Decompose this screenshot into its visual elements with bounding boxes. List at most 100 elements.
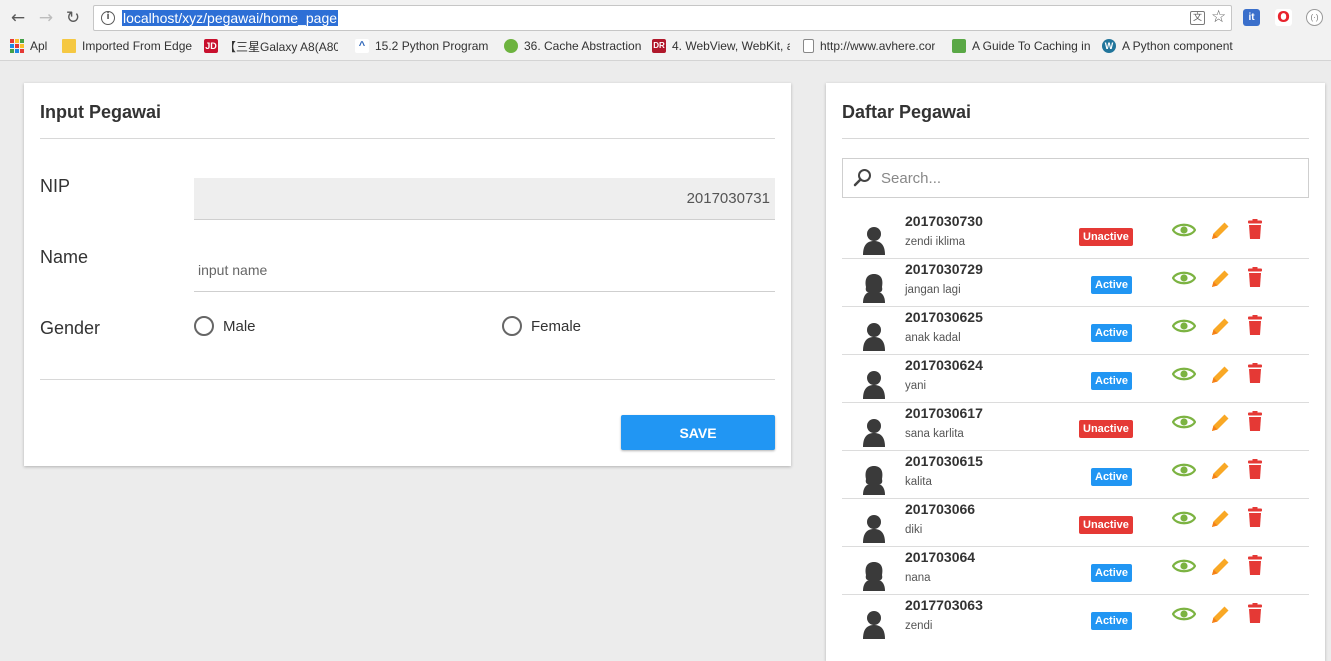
input-pegawai-card: Input Pegawai NIP 2017030731 Name Gender… [24, 83, 791, 466]
pencil-icon[interactable] [1208, 315, 1232, 337]
bookmark-apps[interactable]: Apl [10, 36, 47, 56]
eye-icon[interactable] [1172, 603, 1196, 625]
employee-nip: 2017030624 [905, 357, 983, 373]
bookmark-item[interactable]: W A Python component [1102, 36, 1233, 56]
female-radio[interactable] [502, 316, 522, 336]
employee-name: anak kadal [905, 332, 961, 344]
trash-icon[interactable] [1243, 219, 1267, 241]
trash-icon[interactable] [1243, 603, 1267, 625]
nip-field: 2017030731 [194, 178, 775, 220]
gender-male-option[interactable]: Male [194, 316, 256, 336]
employee-nip: 2017030730 [905, 213, 983, 229]
pencil-icon[interactable] [1208, 507, 1232, 529]
employee-row[interactable]: 2017030625 anak kadal Active [842, 307, 1309, 355]
bookmark-label: Apl [30, 39, 48, 53]
bookmark-item[interactable]: A Guide To Caching in [952, 36, 1090, 56]
eye-icon[interactable] [1172, 219, 1196, 241]
trash-icon[interactable] [1243, 411, 1267, 433]
employee-row[interactable]: 201703066 diki Unactive [842, 499, 1309, 547]
page-icon [803, 39, 814, 53]
divider [40, 138, 775, 139]
bookmark-folder[interactable]: Imported From Edge [62, 36, 192, 56]
pencil-icon[interactable] [1208, 411, 1232, 433]
eye-icon[interactable] [1172, 267, 1196, 289]
url-text[interactable]: localhost/xyz/pegawai/home_page [122, 10, 339, 26]
pencil-icon[interactable] [1208, 555, 1232, 577]
male-radio[interactable] [194, 316, 214, 336]
employee-nip: 201703066 [905, 501, 976, 517]
name-field[interactable] [194, 249, 775, 292]
male-avatar-icon [863, 323, 885, 351]
employee-row[interactable]: 2017030730 zendi iklima Unactive [842, 211, 1309, 259]
gender-female-option[interactable]: Female [502, 316, 581, 336]
status-badge: Active [1091, 468, 1133, 486]
eye-icon[interactable] [1172, 507, 1196, 529]
male-avatar-icon [863, 371, 885, 399]
male-avatar-icon [863, 419, 885, 447]
employee-nip: 2017703063 [905, 597, 983, 613]
nip-value: 2017030731 [686, 190, 770, 207]
trash-icon[interactable] [1243, 315, 1267, 337]
bookmark-item[interactable]: http://www.avhere.cor [803, 36, 935, 56]
extension-icon[interactable]: it [1243, 9, 1260, 26]
bookmark-label: Imported From Edge [82, 39, 193, 53]
trash-icon[interactable] [1243, 507, 1267, 529]
eye-icon[interactable] [1172, 555, 1196, 577]
translate-icon[interactable]: 文 [1190, 11, 1205, 25]
male-avatar-icon [863, 515, 885, 543]
trash-icon[interactable] [1243, 363, 1267, 385]
pencil-icon[interactable] [1208, 267, 1232, 289]
trash-icon[interactable] [1243, 267, 1267, 289]
eye-icon[interactable] [1172, 315, 1196, 337]
trash-icon[interactable] [1243, 555, 1267, 577]
employee-name: nana [905, 572, 931, 584]
status-badge: Unactive [1079, 228, 1133, 246]
male-avatar-icon [863, 227, 885, 255]
trash-icon[interactable] [1243, 459, 1267, 481]
extension-menu-icon[interactable]: (·) [1306, 9, 1323, 26]
employee-row[interactable]: 2017030617 sana karlita Unactive [842, 403, 1309, 451]
pencil-icon[interactable] [1208, 603, 1232, 625]
employee-name: kalita [905, 476, 932, 488]
pencil-icon[interactable] [1208, 459, 1232, 481]
eye-icon[interactable] [1172, 459, 1196, 481]
bookmark-item[interactable]: ^ 15.2 Python Program [355, 36, 488, 56]
bookmark-item[interactable]: DR 4. WebView, WebKit, a [652, 36, 790, 56]
status-badge: Unactive [1079, 516, 1133, 534]
dr-icon: DR [652, 39, 666, 53]
back-arrow-icon[interactable]: ← [8, 8, 28, 28]
female-label: Female [531, 317, 582, 335]
employee-row[interactable]: 2017030729 jangan lagi Active [842, 259, 1309, 307]
employee-row[interactable]: 2017703063 zendi Active [842, 595, 1309, 643]
leaf-icon [952, 39, 966, 53]
bookmark-item[interactable]: JD 【三星Galaxy A8(A800 [204, 36, 338, 56]
search-input[interactable] [881, 165, 1291, 191]
employee-row[interactable]: 2017030624 yani Active [842, 355, 1309, 403]
bookmark-label: http://www.avhere.cor [820, 39, 936, 53]
employee-row[interactable]: 201703064 nana Active [842, 547, 1309, 595]
female-avatar-icon [863, 562, 885, 591]
reload-icon[interactable]: ↻ [63, 8, 83, 28]
bookmark-label: 36. Cache Abstraction [524, 39, 642, 53]
bookmark-item[interactable]: 36. Cache Abstraction [504, 36, 641, 56]
site-info-icon[interactable]: i [101, 11, 115, 25]
employee-name: zendi [905, 620, 933, 632]
pencil-icon[interactable] [1208, 219, 1232, 241]
folder-icon [62, 39, 76, 53]
bookmark-label: 4. WebView, WebKit, a [672, 39, 790, 53]
browser-chrome: ← → ↻ i localhost/xyz/pegawai/home_page … [0, 0, 1331, 61]
eye-icon[interactable] [1172, 411, 1196, 433]
pencil-icon[interactable] [1208, 363, 1232, 385]
opera-extension-icon[interactable]: O [1275, 9, 1292, 26]
employee-row[interactable]: 2017030615 kalita Active [842, 451, 1309, 499]
save-button[interactable]: SAVE [621, 415, 775, 450]
forward-arrow-icon[interactable]: → [36, 8, 56, 28]
bookmark-star-icon[interactable]: ☆ [1211, 7, 1226, 27]
python-doc-icon: ^ [355, 39, 369, 53]
search-icon [853, 169, 871, 187]
divider [40, 379, 775, 380]
address-bar[interactable]: i localhost/xyz/pegawai/home_page 文 ☆ [93, 5, 1232, 31]
search-box[interactable] [842, 158, 1309, 198]
eye-icon[interactable] [1172, 363, 1196, 385]
wordpress-icon: W [1102, 39, 1116, 53]
